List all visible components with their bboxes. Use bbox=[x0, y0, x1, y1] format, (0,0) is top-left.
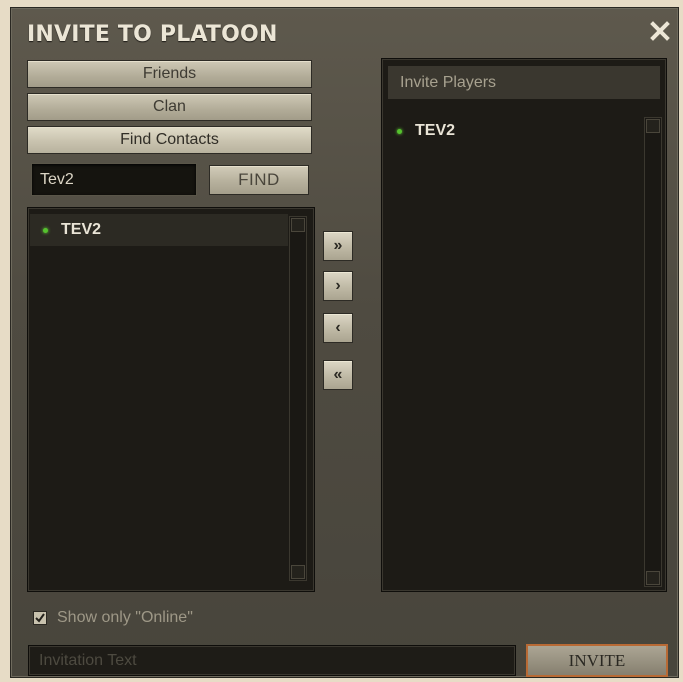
tab-clan[interactable]: Clan bbox=[27, 93, 312, 121]
add-all-button[interactable]: » bbox=[323, 231, 353, 261]
remove-all-button[interactable]: « bbox=[323, 360, 353, 390]
list-item[interactable]: TEV2 bbox=[384, 115, 634, 147]
tab-friends[interactable]: Friends bbox=[27, 60, 312, 88]
checkmark-icon bbox=[35, 613, 45, 623]
search-input[interactable]: Tev2 bbox=[31, 163, 197, 196]
add-button[interactable]: › bbox=[323, 271, 353, 301]
close-icon bbox=[650, 21, 670, 41]
scrollbar[interactable] bbox=[644, 117, 662, 587]
scroll-up-icon[interactable] bbox=[291, 218, 305, 232]
dialog-title: INVITE TO PLATOON bbox=[27, 22, 278, 47]
close-button[interactable] bbox=[647, 18, 673, 44]
find-button[interactable]: FIND bbox=[209, 165, 309, 195]
tab-find-contacts[interactable]: Find Contacts bbox=[27, 126, 312, 154]
player-name: TEV2 bbox=[61, 221, 102, 238]
online-status-icon bbox=[397, 128, 402, 134]
invite-to-platoon-dialog: INVITE TO PLATOON Friends Clan Find Cont… bbox=[10, 7, 679, 678]
scrollbar[interactable] bbox=[289, 216, 307, 581]
search-results-list[interactable]: TEV2 bbox=[27, 207, 315, 592]
invite-button[interactable]: INVITE bbox=[526, 644, 668, 677]
invitation-text-field[interactable]: Invitation Text bbox=[28, 645, 516, 676]
list-item[interactable]: TEV2 bbox=[30, 214, 288, 246]
filter-label: Show only "Online" bbox=[57, 609, 193, 626]
online-status-icon bbox=[43, 227, 48, 233]
invite-players-header: Invite Players bbox=[388, 66, 660, 99]
remove-button[interactable]: ‹ bbox=[323, 313, 353, 343]
scroll-up-icon[interactable] bbox=[646, 119, 660, 133]
player-name: TEV2 bbox=[415, 122, 456, 139]
scroll-down-icon[interactable] bbox=[291, 565, 305, 579]
invite-players-list[interactable]: Invite Players TEV2 bbox=[381, 58, 667, 592]
show-online-filter[interactable]: Show only "Online" bbox=[33, 609, 193, 627]
online-checkbox[interactable] bbox=[33, 611, 47, 625]
scroll-down-icon[interactable] bbox=[646, 571, 660, 585]
